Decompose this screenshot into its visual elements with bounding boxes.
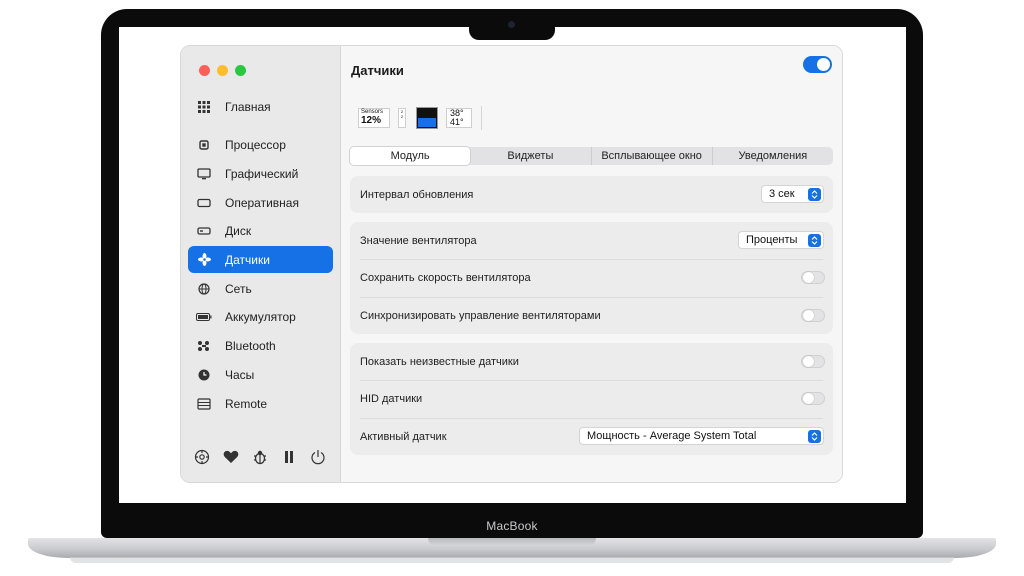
laptop-base-notch (428, 538, 596, 546)
sidebar-item-remote[interactable]: Remote (188, 390, 333, 417)
setting-row: HID датчики (350, 380, 833, 417)
heart-icon[interactable] (222, 448, 240, 466)
chevron-updown-icon (808, 188, 821, 201)
select-value: Проценты (746, 234, 798, 246)
settings-group-fan: Значение вентилятора Проценты Сохранить … (350, 222, 833, 334)
remote-icon (196, 396, 212, 412)
bluetooth-icon (196, 338, 212, 354)
battery-icon (196, 309, 212, 325)
settings-icon[interactable] (193, 448, 211, 466)
sidebar-item-clock[interactable]: Часы (188, 361, 333, 388)
widget-preview-stack[interactable]: 2 2 (398, 108, 406, 128)
setting-label: Значение вентилятора (360, 234, 477, 247)
setting-label: Интервал обновления (360, 188, 474, 201)
sidebar-item-ram[interactable]: Оперативная (188, 189, 333, 216)
zoom-window-button[interactable] (235, 65, 246, 76)
globe-icon (196, 281, 212, 297)
sidebar-item-network[interactable]: Сеть (188, 275, 333, 302)
page-title: Датчики (351, 63, 404, 78)
setting-row: Синхронизировать управление вентиляторам… (350, 297, 833, 334)
main-panel: Датчики Sensors 12% 2 2 38° 41° Модуль В… (341, 46, 842, 482)
sidebar-item-battery[interactable]: Аккумулятор (188, 303, 333, 330)
setting-label: Показать неизвестные датчики (360, 355, 519, 368)
chevron-updown-icon (808, 234, 821, 247)
screen: Главная Процессор Графический Оперативна… (119, 27, 906, 503)
widget-preview-chart[interactable] (416, 107, 438, 129)
setting-row: Показать неизвестные датчики (350, 343, 833, 380)
clock-icon (196, 367, 212, 383)
widget-value: 12% (361, 115, 382, 126)
sync-fan-control-toggle[interactable] (801, 309, 825, 322)
macbook-label: MacBook (486, 519, 538, 533)
minimize-window-button[interactable] (217, 65, 228, 76)
close-window-button[interactable] (199, 65, 210, 76)
tab-notifications[interactable]: Уведомления (713, 147, 833, 165)
tab-widgets[interactable]: Виджеты (470, 147, 592, 165)
setting-row: Значение вентилятора Проценты (350, 222, 833, 259)
camera-icon (508, 21, 515, 28)
display-icon (196, 166, 212, 182)
pause-icon[interactable] (280, 448, 298, 466)
setting-label: Синхронизировать управление вентиляторам… (360, 309, 601, 322)
tab-popup[interactable]: Всплывающее окно (592, 147, 713, 165)
setting-row: Сохранить скорость вентилятора (350, 259, 833, 296)
grid-icon (196, 99, 212, 115)
widget-preview-mini[interactable]: Sensors 12% (358, 108, 390, 128)
sidebar-item-home[interactable]: Главная (188, 93, 333, 120)
stack-bottom-value: 2 (400, 114, 404, 119)
hid-sensors-toggle[interactable] (801, 392, 825, 405)
setting-row: Интервал обновления 3 сек (350, 176, 833, 213)
fan-icon (196, 252, 212, 268)
sidebar-item-gpu[interactable]: Графический (188, 160, 333, 187)
sidebar-item-label: Датчики (225, 252, 270, 267)
setting-label: Сохранить скорость вентилятора (360, 271, 531, 284)
bug-icon[interactable] (251, 448, 269, 466)
sidebar-item-label: Часы (225, 367, 255, 382)
sidebar-item-label: Remote (225, 396, 268, 411)
cpu-icon (196, 137, 212, 153)
sidebar-item-label: Сеть (225, 281, 252, 296)
sidebar-item-label: Bluetooth (225, 338, 276, 353)
sidebar-item-label: Оперативная (225, 195, 299, 210)
sidebar-item-cpu[interactable]: Процессор (188, 131, 333, 158)
module-enable-toggle[interactable] (803, 56, 832, 73)
sidebar-item-label: Диск (225, 223, 252, 238)
app-window: Главная Процессор Графический Оперативна… (180, 45, 843, 483)
widget-preview-temps[interactable]: 38° 41° (446, 108, 472, 128)
setting-label: HID датчики (360, 392, 423, 405)
sidebar-item-label: Графический (225, 166, 299, 181)
power-icon[interactable] (309, 448, 327, 466)
sidebar-footer (193, 448, 333, 468)
select-value: Мощность - Average System Total (587, 430, 757, 442)
sidebar: Главная Процессор Графический Оперативна… (181, 46, 341, 482)
chevron-updown-icon (808, 430, 821, 443)
settings-group-interval: Интервал обновления 3 сек (350, 176, 833, 213)
select-value: 3 сек (769, 188, 795, 200)
divider (481, 106, 482, 130)
laptop-base-shadow (70, 557, 954, 563)
setting-label: Активный датчик (360, 430, 447, 443)
save-fan-speed-toggle[interactable] (801, 271, 825, 284)
tab-module[interactable]: Модуль (350, 147, 471, 165)
disk-icon (196, 223, 212, 239)
settings-tabs: Модуль Виджеты Всплывающее окно Уведомле… (350, 147, 833, 165)
memory-icon (196, 195, 212, 211)
temp-line-2: 41° (450, 117, 464, 127)
setting-row: Активный датчик Мощность - Average Syste… (350, 418, 833, 455)
sidebar-item-bluetooth[interactable]: Bluetooth (188, 332, 333, 359)
sidebar-item-disk[interactable]: Диск (188, 217, 333, 244)
show-unknown-sensors-toggle[interactable] (801, 355, 825, 368)
fan-value-select[interactable]: Проценты (738, 231, 824, 249)
sidebar-item-sensors[interactable]: Датчики (188, 246, 333, 273)
sidebar-item-label: Аккумулятор (225, 309, 296, 324)
sidebar-item-label: Процессор (225, 137, 286, 152)
update-interval-select[interactable]: 3 сек (761, 185, 824, 203)
sidebar-item-label: Главная (225, 99, 271, 114)
settings-group-sensors: Показать неизвестные датчики HID датчики… (350, 343, 833, 455)
active-sensor-select[interactable]: Мощность - Average System Total (579, 427, 824, 445)
